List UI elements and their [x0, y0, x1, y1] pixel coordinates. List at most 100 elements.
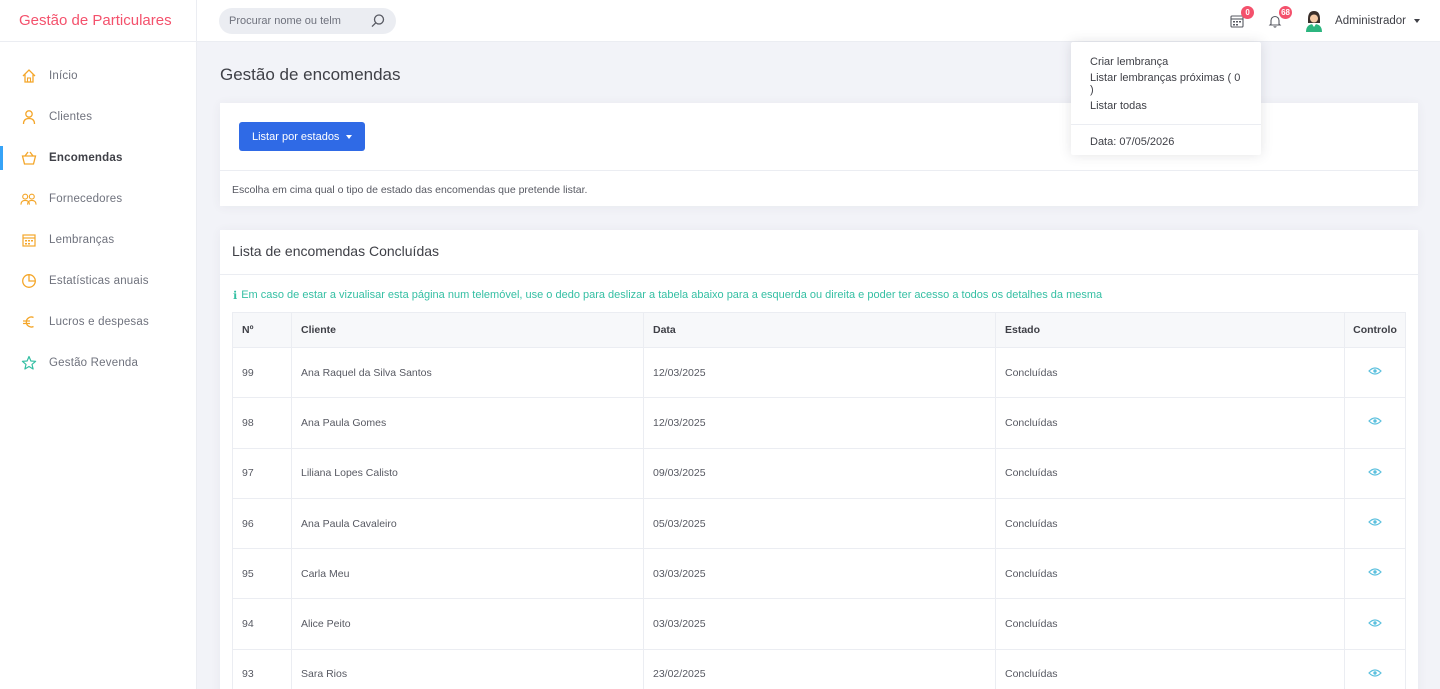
table-row: 99 Ana Raquel da Silva Santos 12/03/2025… — [232, 346, 1406, 399]
eye-icon[interactable] — [1368, 467, 1382, 477]
sidebar-item-label: Gestão Revenda — [49, 356, 139, 369]
menu-item-listar-proximas[interactable]: Listar lembranças próximas ( 0 ) — [1071, 72, 1261, 96]
cell-data: 03/03/2025 — [643, 598, 996, 650]
avatar[interactable] — [1303, 9, 1325, 33]
eye-icon[interactable] — [1368, 366, 1382, 376]
user-icon — [20, 108, 37, 125]
cell-n: 96 — [232, 497, 292, 550]
user-name[interactable]: Administrador — [1335, 15, 1406, 27]
sidebar-item-label: Encomendas — [49, 151, 123, 164]
pie-chart-icon — [20, 272, 37, 289]
cell-estado: Concluídas — [995, 346, 1345, 399]
menu-item-criar-lembranca[interactable]: Criar lembrança — [1071, 51, 1261, 73]
table-row: 98 Ana Paula Gomes 12/03/2025 Concluídas — [232, 397, 1406, 449]
top-bar: Gestão de Particulares 0 68 Administrado… — [0, 0, 1440, 42]
col-header-cliente[interactable]: Cliente — [291, 312, 644, 348]
sidebar-item-label: Fornecedores — [49, 192, 123, 205]
page-title: Gestão de encomendas — [220, 65, 401, 84]
cell-n: 97 — [232, 447, 292, 499]
sidebar-item-label: Lembranças — [49, 233, 115, 246]
table-header-row: Nº Cliente Data Estado Controlo — [232, 312, 1406, 348]
eye-icon[interactable] — [1368, 618, 1382, 628]
col-header-n[interactable]: Nº — [232, 312, 292, 348]
cell-cliente: Ana Paula Cavaleiro — [291, 497, 644, 550]
sidebar-item-fornecedores[interactable]: Fornecedores — [0, 178, 196, 219]
eye-icon[interactable] — [1368, 416, 1382, 426]
calendar-dropdown-menu: Criar lembrança Listar lembranças próxim… — [1071, 42, 1261, 155]
search-input[interactable] — [229, 14, 370, 27]
basket-icon — [20, 149, 37, 166]
cell-n: 99 — [232, 346, 292, 399]
cell-cliente: Carla Meu — [291, 548, 644, 600]
cell-controlo — [1344, 447, 1406, 499]
table-row: 95 Carla Meu 03/03/2025 Concluídas — [232, 548, 1406, 600]
cell-data: 09/03/2025 — [643, 447, 996, 499]
col-header-controlo: Controlo — [1344, 312, 1406, 348]
calendar-icon — [20, 231, 37, 248]
sidebar-item-lembrancas[interactable]: Lembranças — [0, 219, 196, 260]
cell-data: 12/03/2025 — [643, 397, 996, 449]
cell-data: 05/03/2025 — [643, 497, 996, 550]
list-by-state-label: Listar por estados — [252, 130, 340, 143]
table-row: 93 Sara Rios 23/02/2025 Concluídas — [232, 648, 1406, 689]
sidebar-item-label: Clientes — [49, 110, 93, 123]
cell-cliente: Ana Raquel da Silva Santos — [291, 346, 644, 399]
orders-list-card: Lista de encomendas Concluídas ℹ Em caso… — [220, 230, 1418, 689]
mobile-info-text: Em caso de estar a vizualisar esta págin… — [241, 289, 1103, 301]
sidebar-item-label: Estatísticas anuais — [49, 274, 149, 287]
cell-n: 93 — [232, 648, 292, 689]
home-icon — [20, 67, 37, 84]
bell-notification[interactable]: 68 — [1265, 6, 1293, 31]
sidebar-item-label: Lucros e despesas — [49, 315, 149, 328]
users-icon — [20, 190, 37, 207]
cell-cliente: Alice Peito — [291, 598, 644, 650]
cell-controlo — [1344, 397, 1406, 449]
cell-controlo — [1344, 648, 1406, 689]
menu-date: Data: 07/05/2026 — [1090, 136, 1175, 148]
cell-estado: Concluídas — [995, 648, 1345, 689]
orders-table: Nº Cliente Data Estado Controlo 99 Ana R… — [232, 312, 1406, 689]
sidebar-item-label: Início — [49, 69, 78, 82]
cell-estado: Concluídas — [995, 548, 1345, 600]
sidebar-item-encomendas[interactable]: Encomendas — [0, 137, 196, 178]
col-header-estado[interactable]: Estado — [995, 312, 1345, 348]
bell-badge: 68 — [1279, 6, 1293, 19]
col-header-data[interactable]: Data — [643, 312, 996, 348]
sidebar-item-gestao-revenda[interactable]: Gestão Revenda — [0, 342, 196, 383]
sidebar-item-estatisticas[interactable]: Estatísticas anuais — [0, 260, 196, 301]
cell-estado: Concluídas — [995, 497, 1345, 550]
cell-n: 98 — [232, 397, 292, 449]
cell-data: 03/03/2025 — [643, 548, 996, 600]
eye-icon[interactable] — [1368, 567, 1382, 577]
mobile-info-message: ℹ Em caso de estar a vizualisar esta pág… — [220, 275, 1418, 313]
cell-controlo — [1344, 548, 1406, 600]
cell-controlo — [1344, 497, 1406, 550]
sidebar-item-inicio[interactable]: Início — [0, 55, 196, 96]
filter-hint: Escolha em cima qual o tipo de estado da… — [232, 184, 588, 196]
info-icon: ℹ — [233, 290, 238, 302]
cell-data: 12/03/2025 — [643, 346, 996, 399]
search-box[interactable] — [219, 7, 396, 34]
calendar-notification[interactable]: 0 — [1227, 6, 1255, 31]
menu-item-listar-todas[interactable]: Listar todas — [1071, 95, 1261, 117]
list-by-state-button[interactable]: Listar por estados — [239, 122, 366, 151]
cell-n: 95 — [232, 548, 292, 600]
calendar-badge: 0 — [1241, 6, 1255, 19]
sidebar-item-clientes[interactable]: Clientes — [0, 96, 196, 137]
table-row: 94 Alice Peito 03/03/2025 Concluídas — [232, 598, 1406, 650]
cell-controlo — [1344, 598, 1406, 650]
orders-list-title: Lista de encomendas Concluídas — [220, 230, 1418, 275]
table-row: 96 Ana Paula Cavaleiro 05/03/2025 Conclu… — [232, 497, 1406, 550]
chevron-down-icon[interactable] — [1414, 19, 1420, 23]
cell-cliente: Sara Rios — [291, 648, 644, 689]
brand-logo[interactable]: Gestão de Particulares — [0, 0, 197, 42]
cell-estado: Concluídas — [995, 447, 1345, 499]
menu-divider — [1071, 124, 1261, 125]
search-icon[interactable] — [370, 13, 386, 29]
eye-icon[interactable] — [1368, 668, 1382, 678]
sidebar: Início Clientes Encomendas Fornecedores … — [0, 42, 197, 689]
sidebar-item-lucros[interactable]: Lucros e despesas — [0, 301, 196, 342]
table-row: 97 Liliana Lopes Calisto 09/03/2025 Conc… — [232, 447, 1406, 499]
eye-icon[interactable] — [1368, 517, 1382, 527]
caret-down-icon — [346, 134, 353, 139]
